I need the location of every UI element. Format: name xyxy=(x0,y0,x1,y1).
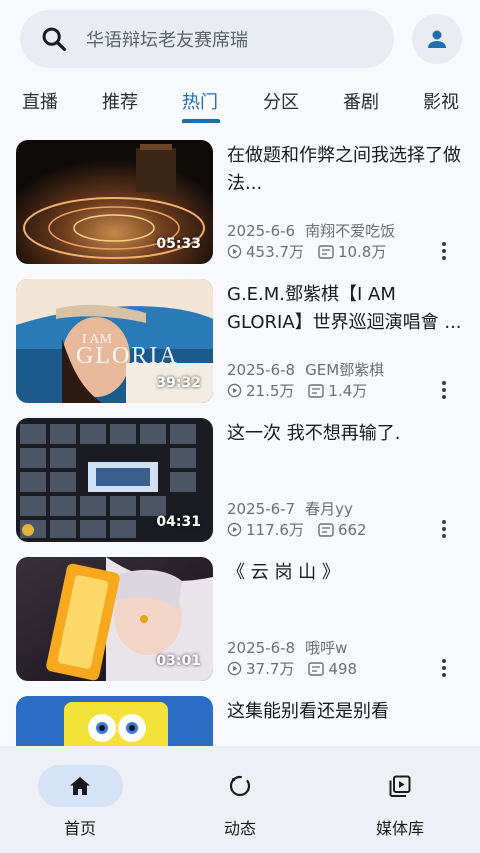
video-meta: 2025-6-7 春月yy xyxy=(227,498,353,519)
media-library-icon xyxy=(389,775,411,797)
danmaku-icon xyxy=(318,522,334,537)
nav-home[interactable]: 首页 xyxy=(0,746,160,853)
video-meta: 2025-6-6 南翔不爱吃饭 xyxy=(227,220,395,241)
video-title[interactable]: G.E.M.鄧紫棋【I AM GLORIA】世界巡迴演唱會 ... xyxy=(227,281,462,337)
more-options-button[interactable] xyxy=(436,518,452,540)
active-tab-indicator xyxy=(182,119,220,123)
account-button[interactable] xyxy=(412,14,462,64)
video-thumbnail[interactable]: 05:33 xyxy=(16,140,213,264)
activity-icon xyxy=(229,775,251,797)
danmaku-count: 1.4万 xyxy=(328,382,368,400)
video-stats: 37.7万 498 xyxy=(227,658,371,679)
nav-label: 动态 xyxy=(223,819,256,838)
more-options-button[interactable] xyxy=(436,657,452,679)
video-meta: 2025-6-8 哦呼w xyxy=(227,637,347,658)
category-tabs: 直播 推荐 热门 分区 番剧 影视 xyxy=(0,82,480,126)
home-icon xyxy=(70,777,90,795)
danmaku-count: 498 xyxy=(328,659,358,678)
play-count-icon xyxy=(227,244,242,259)
video-stats: 21.5万 1.4万 xyxy=(227,380,381,401)
view-count: 117.6万 xyxy=(246,521,304,539)
video-card[interactable]: I AM GLORIA 39:32 G.E.M.鄧紫棋【I AM GLORIA】… xyxy=(0,279,480,405)
tab-hot[interactable]: 热门 xyxy=(182,88,218,114)
video-title[interactable]: 在做题和作弊之间我选择了做法... xyxy=(227,142,462,198)
view-count: 21.5万 xyxy=(246,382,295,400)
play-count-icon xyxy=(227,383,242,398)
video-title[interactable]: 这一次 我不想再输了. xyxy=(227,420,462,448)
tab-movies[interactable]: 影视 xyxy=(423,88,459,114)
video-duration: 39:32 xyxy=(156,375,201,391)
video-card[interactable]: 04:31 这一次 我不想再输了. 2025-6-7 春月yy 117.6万 66… xyxy=(0,418,480,544)
author-name[interactable]: 哦呼w xyxy=(305,639,347,657)
video-card[interactable]: 03:01 《 云 岗 山 》 2025-6-8 哦呼w 37.7万 498 xyxy=(0,557,480,683)
nav-media-library[interactable]: 媒体库 xyxy=(320,746,480,853)
danmaku-icon xyxy=(308,383,325,398)
play-count-icon xyxy=(227,522,242,537)
more-options-button[interactable] xyxy=(436,240,452,262)
search-bar[interactable]: 华语辩坛老友赛席瑞 xyxy=(20,10,394,68)
author-name[interactable]: 春月yy xyxy=(305,500,353,518)
tab-live[interactable]: 直播 xyxy=(22,88,58,114)
upload-date: 2025-6-6 xyxy=(227,222,296,240)
view-count: 37.7万 xyxy=(246,660,295,678)
upload-date: 2025-6-7 xyxy=(227,500,296,518)
video-card[interactable]: 05:33 在做题和作弊之间我选择了做法... 2025-6-6 南翔不爱吃饭 4… xyxy=(0,140,480,266)
account-icon xyxy=(428,30,446,48)
video-duration: 03:01 xyxy=(156,653,201,669)
tab-recommend[interactable]: 推荐 xyxy=(102,88,138,114)
video-meta: 2025-6-8 GEM鄧紫棋 xyxy=(227,359,384,380)
upload-date: 2025-6-8 xyxy=(227,639,296,657)
view-count: 453.7万 xyxy=(246,243,304,261)
bottom-navigation: 首页 动态 媒体库 xyxy=(0,746,480,853)
danmaku-icon xyxy=(308,661,325,676)
tab-anime[interactable]: 番剧 xyxy=(343,88,379,114)
video-duration: 05:33 xyxy=(156,236,201,252)
danmaku-icon xyxy=(318,244,334,259)
upload-date: 2025-6-8 xyxy=(227,361,296,379)
video-stats: 453.7万 10.8万 xyxy=(227,241,400,262)
danmaku-count: 662 xyxy=(337,520,367,539)
tab-categories[interactable]: 分区 xyxy=(263,88,299,114)
search-placeholder: 华语辩坛老友赛席瑞 xyxy=(86,30,248,51)
danmaku-count: 10.8万 xyxy=(337,243,387,261)
author-name[interactable]: GEM鄧紫棋 xyxy=(305,361,384,379)
more-options-button[interactable] xyxy=(436,379,452,401)
nav-label: 首页 xyxy=(63,819,96,838)
video-stats: 117.6万 662 xyxy=(227,519,381,540)
svg-text:GLORIA: GLORIA xyxy=(76,343,179,369)
video-title[interactable]: 这集能别看还是别看 xyxy=(227,698,462,726)
top-bar: 华语辩坛老友赛席瑞 xyxy=(0,0,480,80)
nav-label: 媒体库 xyxy=(375,819,424,838)
video-duration: 04:31 xyxy=(156,514,201,530)
video-thumbnail[interactable]: I AM GLORIA 39:32 xyxy=(16,279,213,403)
play-count-icon xyxy=(227,661,242,676)
search-icon xyxy=(42,27,67,52)
video-title[interactable]: 《 云 岗 山 》 xyxy=(227,559,462,587)
video-thumbnail[interactable]: 04:31 xyxy=(16,418,213,542)
video-thumbnail[interactable]: 03:01 xyxy=(16,557,213,681)
author-name[interactable]: 南翔不爱吃饭 xyxy=(305,222,395,240)
nav-activity[interactable]: 动态 xyxy=(160,746,320,853)
